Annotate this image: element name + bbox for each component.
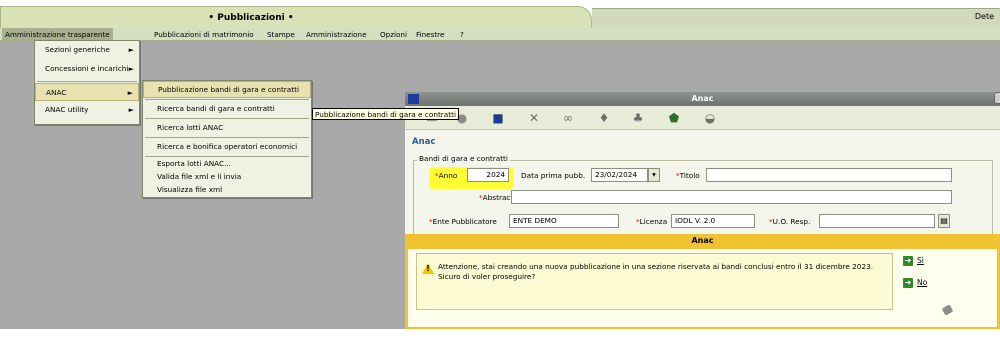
menu-level2-anac: Pubblicazione bandi di gara e contratti …: [142, 80, 312, 198]
ente-pubblicatore-label: *Ente Pubblicatore: [429, 217, 497, 226]
menu-pubblicazioni-matrimonio[interactable]: Pubblicazioni di matrimonio: [151, 28, 257, 41]
lookup-button[interactable]: ▤: [938, 214, 950, 228]
ente-pubblicatore-input[interactable]: ENTE DEMO: [509, 214, 619, 228]
message-line-2: Sicuro di voler proseguire?: [438, 272, 536, 281]
green-arrow-icon: ➜: [903, 278, 913, 288]
anno-label: *Anno: [435, 171, 458, 180]
delete-icon[interactable]: ✕: [527, 111, 541, 125]
calendar-dropdown-button[interactable]: ▾: [648, 168, 660, 182]
menu-item-label: Sezioni generiche: [45, 45, 110, 54]
group-legend: Bandi di gara e contratti: [417, 154, 510, 163]
tooltip: Pubblicazione bandi di gara e contratti: [312, 108, 460, 120]
shield-icon[interactable]: ⬟: [667, 111, 681, 125]
tab-other[interactable]: Dete: [592, 8, 1000, 28]
menu-item-anac-utility[interactable]: ANAC utility ►: [35, 101, 139, 119]
titolo-label: *Titolo: [676, 171, 700, 180]
menu-item-concessioni-incarichi[interactable]: Concessioni e incarichi ►: [35, 60, 139, 78]
menu-opzioni[interactable]: Opzioni: [377, 28, 410, 41]
chevron-right-icon: ►: [128, 65, 134, 73]
titolo-input[interactable]: [706, 168, 952, 182]
tab-other-label: Dete: [974, 12, 994, 21]
chevron-right-icon: ►: [128, 46, 134, 54]
tab-pubblicazioni[interactable]: • Pubblicazioni •: [0, 6, 592, 30]
menu-stampe[interactable]: Stampe: [264, 28, 298, 41]
bottom-margin: [0, 329, 1000, 341]
abstract-label: *Abstract: [479, 193, 514, 202]
data-prima-pubb-label: Data prima pubb.: [521, 171, 586, 180]
window-heading: Anac: [412, 137, 436, 147]
green-arrow-icon: ➜: [903, 256, 913, 266]
tab-strip: • Pubblicazioni • Dete: [0, 0, 1000, 30]
window-titlebar[interactable]: Anac: [405, 92, 1000, 106]
menu-amministrazione[interactable]: Amministrazione: [303, 28, 370, 41]
tab-pubblicazioni-label: • Pubblicazioni •: [208, 13, 294, 23]
data-prima-pubb-input[interactable]: 23/02/2024: [591, 168, 648, 182]
people-icon[interactable]: ♣: [631, 111, 645, 125]
chevron-down-icon: ▾: [652, 170, 656, 179]
search-binoculars-icon[interactable]: ∞: [561, 111, 575, 125]
menu-item-ricerca-bandi[interactable]: Ricerca bandi di gara e contratti: [143, 100, 311, 118]
menu-separator: [37, 81, 137, 82]
pin-icon[interactable]: ♦: [597, 111, 611, 125]
menu-item-ricerca-bonifica[interactable]: Ricerca e bonifica operatori economici: [143, 138, 311, 156]
menu-item-anac[interactable]: ANAC ►: [35, 83, 139, 101]
menu-finestre[interactable]: Finestre: [413, 28, 447, 41]
chevron-right-icon: ►: [128, 106, 134, 114]
eraser-icon: [941, 304, 954, 316]
anno-input[interactable]: 2024: [467, 168, 509, 182]
warning-icon-mark: !: [426, 264, 430, 273]
dialog-body: ! Attenzione, stai creando una nuova pub…: [408, 249, 997, 327]
save-icon[interactable]: ■: [491, 111, 505, 125]
no-button-label: No: [917, 278, 928, 287]
abstract-input[interactable]: [511, 190, 952, 204]
chevron-right-icon: ►: [127, 89, 133, 97]
menu-level1: Sezioni generiche ► Concessioni e incari…: [34, 40, 140, 125]
yes-button[interactable]: ➜ Sì: [903, 254, 924, 268]
menu-bar: Amministrazione trasparente Pubblicazion…: [0, 28, 1000, 41]
toolbar: ▭ ● ■ ✕ ∞ ♦ ♣ ⬟ ◒: [405, 106, 1000, 130]
helmet-icon[interactable]: ◒: [703, 111, 717, 125]
menu-help[interactable]: ?: [457, 28, 467, 41]
uo-resp-input[interactable]: [819, 214, 935, 228]
menu-item-pubblicazione-bandi[interactable]: Pubblicazione bandi di gara e contratti: [143, 81, 311, 98]
yes-button-label: Sì: [917, 256, 924, 265]
uo-resp-label: *U.O. Resp.: [769, 217, 811, 226]
message-box: ! Attenzione, stai creando una nuova pub…: [416, 253, 893, 310]
menu-item-visualizza-xml[interactable]: Visualizza file xml: [143, 182, 311, 197]
menu-item-ricerca-lotti[interactable]: Ricerca lotti ANAC: [143, 119, 311, 137]
window-title: Anac: [691, 94, 714, 103]
licenza-input[interactable]: IODL V. 2.0: [671, 214, 755, 228]
menu-item-label: ANAC utility: [45, 105, 89, 114]
window-control-button[interactable]: [994, 92, 1000, 104]
no-button[interactable]: ➜ No: [903, 276, 927, 290]
menu-item-label: ANAC: [46, 88, 67, 97]
licenza-label: *Licenza: [636, 217, 668, 226]
menu-item-label: Concessioni e incarichi: [45, 64, 129, 73]
menu-item-sezioni-generiche[interactable]: Sezioni generiche ►: [35, 41, 139, 59]
lookup-icon: ▤: [940, 216, 948, 225]
dialog-title: Anac: [691, 236, 714, 245]
confirm-dialog: Anac ! Attenzione, stai creando una nuov…: [405, 234, 1000, 329]
message-line-1: Attenzione, stai creando una nuova pubbl…: [438, 262, 874, 271]
